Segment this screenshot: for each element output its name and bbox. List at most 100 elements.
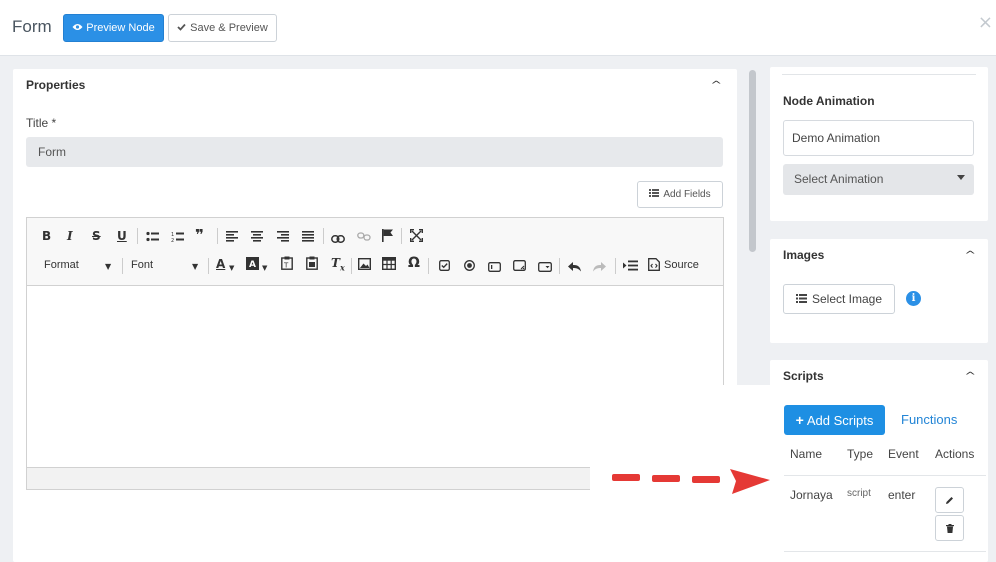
table-divider [784, 551, 986, 552]
list-icon [649, 189, 660, 200]
caret-down-icon[interactable]: ▼ [105, 260, 111, 274]
source-label[interactable]: Source [664, 259, 699, 271]
italic-icon[interactable]: I [67, 229, 73, 243]
align-center-icon[interactable] [251, 230, 263, 245]
caret-down-icon[interactable]: ▼ [192, 260, 198, 274]
add-fields-button[interactable]: Add Fields [637, 181, 723, 208]
title-input[interactable]: Form [26, 137, 723, 167]
script-name-cell: Jornaya [790, 488, 833, 502]
preview-node-button[interactable]: Preview Node [63, 14, 164, 42]
format-dropdown[interactable]: Format [44, 259, 79, 271]
caret-down-icon[interactable]: ▼ [262, 261, 267, 275]
special-character-icon[interactable]: Ω [408, 256, 420, 270]
undo-icon[interactable] [568, 260, 581, 275]
toolbar-divider [559, 258, 560, 274]
blockquote-icon[interactable]: ❞ [195, 228, 204, 243]
anchor-flag-icon[interactable] [382, 229, 394, 245]
preview-node-label: Preview Node [86, 22, 155, 34]
collapse-chevron-icon[interactable]: ^ [710, 80, 722, 91]
add-scripts-label: Add Scripts [806, 412, 874, 428]
select-animation-label: Select Animation [794, 172, 884, 186]
close-icon[interactable]: × [978, 12, 993, 33]
title-label: Title * [26, 116, 57, 130]
toolbar-divider [217, 228, 218, 244]
toolbar-divider [122, 258, 123, 274]
animation-name-input[interactable]: Demo Animation [783, 120, 974, 156]
column-header-type: Type [847, 447, 874, 461]
redo-icon[interactable] [593, 260, 606, 275]
svg-text:T: T [283, 262, 289, 270]
paste-word-icon[interactable] [306, 256, 318, 273]
align-left-icon[interactable] [226, 230, 238, 245]
numbered-list-icon[interactable]: 12 [171, 230, 184, 245]
check-icon [177, 22, 186, 34]
select-field-icon[interactable] [538, 260, 552, 275]
background-color-icon[interactable]: A [246, 257, 259, 273]
list-icon [795, 292, 807, 306]
toolbar-divider [351, 258, 352, 274]
text-color-icon[interactable]: A [216, 257, 225, 271]
images-panel: Images ^ Select Image i [770, 239, 988, 343]
collapse-chevron-icon[interactable]: ^ [964, 371, 976, 382]
maximize-icon[interactable] [409, 228, 424, 245]
add-fields-label: Add Fields [663, 189, 711, 200]
underline-icon[interactable]: U [117, 229, 127, 243]
scrollbar-thumb[interactable] [749, 70, 756, 252]
collapse-chevron-icon[interactable]: ^ [964, 250, 976, 261]
justify-icon[interactable] [302, 230, 314, 245]
node-animation-panel: Node Animation Demo Animation Select Ani… [770, 67, 988, 221]
text-field-icon[interactable] [488, 260, 501, 275]
table-divider [784, 475, 986, 476]
red-dashed-arrow-icon [610, 460, 770, 503]
toolbar-divider [137, 228, 138, 244]
save-preview-button[interactable]: Save & Preview [168, 14, 277, 42]
save-preview-label: Save & Preview [190, 22, 268, 34]
scripts-heading: Scripts [783, 369, 824, 383]
link-icon[interactable] [331, 231, 345, 246]
column-header-actions: Actions [935, 447, 975, 461]
plus-icon: + [795, 412, 804, 428]
node-animation-heading: Node Animation [783, 94, 875, 108]
checkbox-field-icon[interactable] [439, 259, 450, 274]
trash-icon [945, 521, 954, 536]
radio-field-icon[interactable] [464, 259, 475, 274]
textarea-field-icon[interactable] [513, 259, 526, 274]
clear-formatting-icon[interactable]: Tx [331, 256, 345, 274]
table-icon[interactable] [381, 256, 397, 273]
select-image-button[interactable]: Select Image [783, 284, 895, 314]
info-icon[interactable]: i [906, 291, 921, 306]
image-icon[interactable] [357, 257, 372, 273]
functions-tab[interactable]: Functions [901, 412, 957, 427]
align-right-icon[interactable] [277, 230, 289, 245]
toolbar-divider [208, 258, 209, 274]
toolbar-divider [401, 228, 402, 244]
bold-icon[interactable]: B [42, 229, 51, 243]
bulleted-list-icon[interactable] [146, 230, 159, 245]
toolbar-divider [323, 228, 324, 244]
strikethrough-icon[interactable]: S [92, 229, 101, 243]
editor-toolbar: B I S U 12 ❞ Format ▼ Font ▼ A ▼ A ▼ T T… [27, 218, 723, 286]
toolbar-divider [615, 258, 616, 274]
toolbar-divider [428, 258, 429, 274]
paste-text-icon[interactable]: T [281, 256, 293, 273]
script-type-cell: script [847, 488, 871, 499]
column-header-name: Name [790, 447, 823, 461]
add-scripts-button[interactable]: + Add Scripts [784, 405, 885, 435]
select-animation-dropdown[interactable]: Select Animation [783, 164, 974, 195]
delete-script-button[interactable] [935, 515, 964, 541]
modal-header: Form Preview Node Save & Preview × [0, 0, 996, 56]
source-icon[interactable] [648, 258, 660, 274]
eye-icon [72, 22, 83, 34]
caret-down-icon[interactable]: ▼ [229, 261, 234, 275]
edit-script-button[interactable] [935, 487, 964, 513]
unlink-icon[interactable] [357, 230, 371, 245]
show-blocks-icon[interactable] [623, 259, 638, 274]
svg-text:2: 2 [171, 238, 174, 242]
script-event-cell: enter [888, 488, 916, 502]
divider [782, 74, 976, 75]
font-dropdown[interactable]: Font [131, 259, 153, 271]
pencil-icon [945, 493, 954, 508]
images-heading: Images [783, 248, 825, 262]
caret-down-icon [957, 175, 965, 180]
svg-text:A: A [249, 260, 256, 270]
